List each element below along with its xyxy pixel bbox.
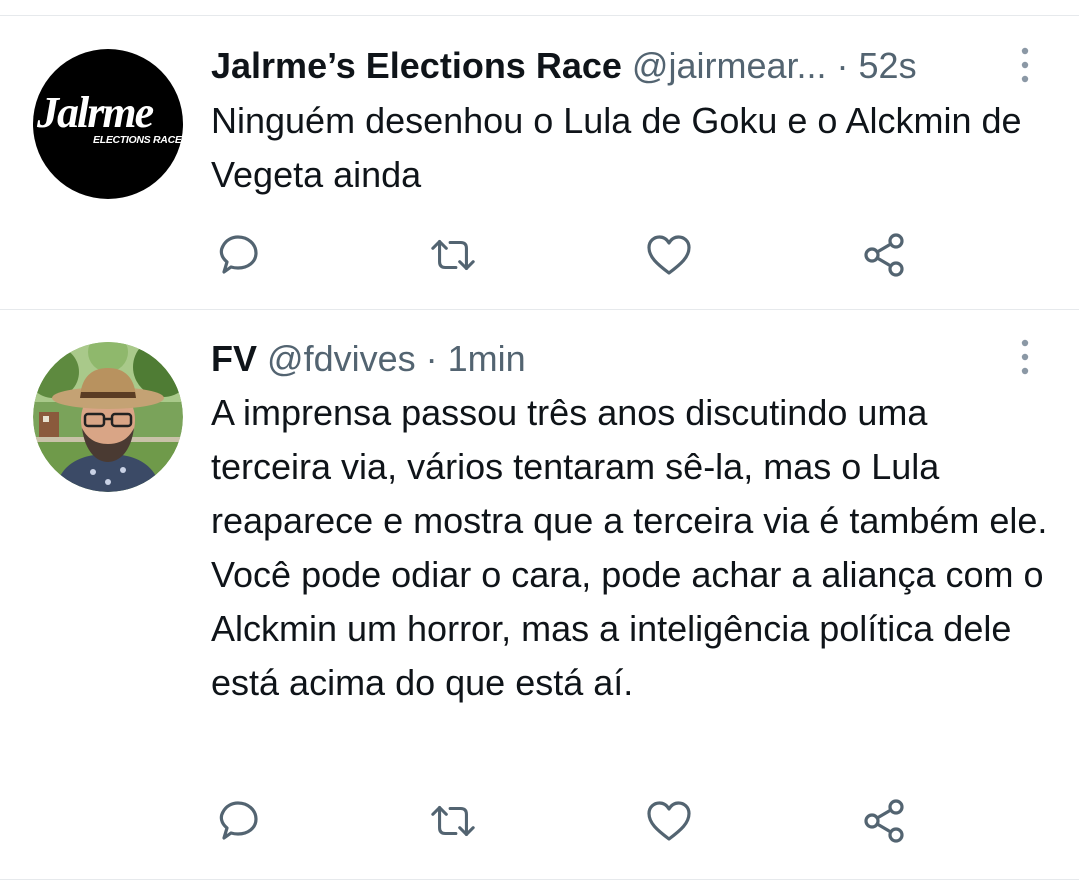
avatar-logo: Jalrme ELECTIONS RACE: [33, 49, 183, 199]
more-vertical-icon[interactable]: [1016, 45, 1034, 85]
logo-text: Jalrme: [37, 88, 154, 137]
like-icon[interactable]: [645, 797, 693, 845]
tweet-header: Jalrme’s Elections Race @jairmear... · 5…: [211, 48, 1019, 84]
tweet-2[interactable]: FV @fdvives · 1min A imprensa passou trê…: [0, 310, 1079, 880]
timestamp[interactable]: 52s: [859, 45, 917, 86]
tweet-1[interactable]: Jalrme ELECTIONS RACE Jalrme’s Elections…: [0, 0, 1079, 310]
tweet-text: A imprensa passou três anos discutindo u…: [211, 392, 1048, 703]
retweet-icon[interactable]: [429, 797, 477, 845]
like-icon[interactable]: [645, 231, 693, 279]
timestamp[interactable]: 1min: [448, 338, 526, 379]
reply-icon[interactable]: [214, 231, 262, 279]
separator: ·: [425, 338, 438, 379]
handle[interactable]: @jairmear...: [632, 45, 827, 86]
handle[interactable]: @fdvives: [267, 338, 416, 379]
more-vertical-icon[interactable]: [1016, 337, 1034, 377]
logo-subtext: ELECTIONS RACE: [93, 134, 182, 146]
avatar[interactable]: [33, 342, 183, 492]
separator: ·: [836, 45, 849, 86]
avatar[interactable]: Jalrme ELECTIONS RACE: [33, 49, 183, 199]
reply-icon[interactable]: [214, 797, 262, 845]
share-icon[interactable]: [861, 797, 909, 845]
display-name[interactable]: Jalrme’s Elections Race: [211, 45, 622, 86]
tweet-text: Ninguém desenhou o Lula de Goku e o Alck…: [211, 100, 1022, 195]
tweet-header: FV @fdvives · 1min: [211, 341, 1019, 377]
display-name[interactable]: FV: [211, 338, 257, 379]
share-icon[interactable]: [861, 231, 909, 279]
bottom-divider: [0, 879, 1079, 880]
retweet-icon[interactable]: [429, 231, 477, 279]
